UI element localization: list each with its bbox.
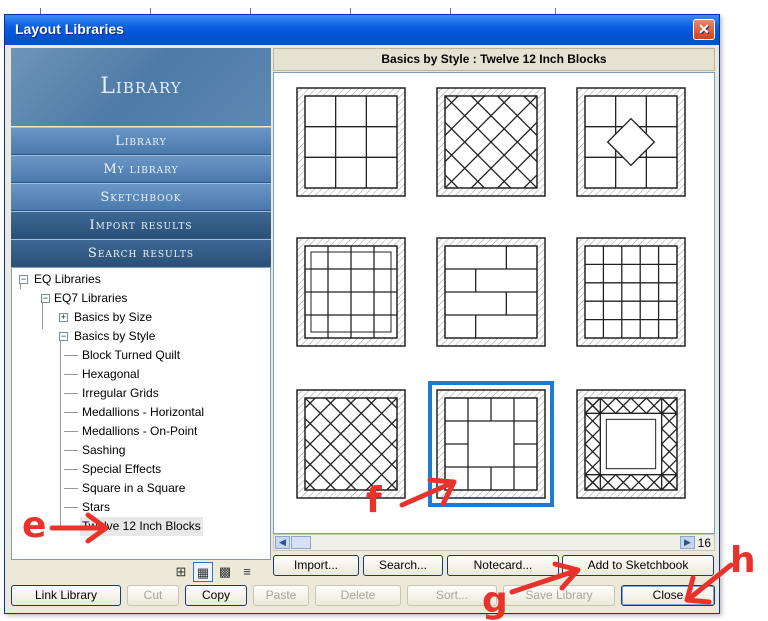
block-lattice2-icon — [296, 389, 406, 499]
tree-leaf[interactable]: Hexagonal — [16, 365, 270, 384]
delete-button[interactable]: Delete — [315, 585, 401, 606]
nav-my-library[interactable]: My library — [11, 155, 271, 183]
block-thumbnail-grid[interactable] — [273, 72, 715, 534]
block-framed-icon — [576, 389, 686, 499]
annotation-g: g — [482, 580, 508, 621]
list-icon[interactable]: ≡ — [237, 562, 257, 582]
block-thumbnail[interactable] — [576, 389, 686, 499]
add-to-sketchbook-button[interactable]: Add to Sketchbook — [562, 555, 714, 576]
tree-node-basics-by-style[interactable]: − Basics by Style — [16, 327, 270, 346]
block-thumbnail[interactable] — [428, 381, 554, 507]
annotation-f: f — [366, 480, 382, 521]
block-thumbnail[interactable] — [296, 87, 406, 197]
small-grid-icon[interactable]: ▩ — [215, 562, 235, 582]
nav-sketchbook[interactable]: Sketchbook — [11, 183, 271, 211]
block-thumbnail[interactable] — [576, 237, 686, 347]
notecard-button[interactable]: Notecard... — [447, 555, 559, 576]
library-section-title: Basics by Style : Twelve 12 Inch Blocks — [273, 48, 715, 71]
scroll-left-icon[interactable]: ◀ — [275, 536, 290, 549]
tree-node-eq7-libraries[interactable]: − EQ7 Libraries — [16, 289, 270, 308]
scroll-right-icon[interactable]: ▶ — [680, 536, 695, 549]
cut-button[interactable]: Cut — [127, 585, 179, 606]
tree-leaf[interactable]: Stars — [16, 498, 270, 517]
block-medallion-icon — [436, 389, 546, 499]
tree-node-eq-libraries[interactable]: − EQ Libraries — [16, 270, 270, 289]
import-button[interactable]: Import... — [273, 555, 359, 576]
view-size-toggles: ⊞ ▦ ▩ ≡ — [171, 562, 271, 582]
tree-leaf[interactable]: Square in a Square — [16, 479, 270, 498]
block-thumbnail[interactable] — [436, 237, 546, 347]
library-header: Library — [11, 48, 271, 126]
paste-button[interactable]: Paste — [253, 585, 309, 606]
layout-libraries-dialog: Layout Libraries ✕ Library Library My li… — [4, 14, 720, 614]
collapse-icon[interactable]: − — [41, 294, 50, 303]
link-library-button[interactable]: Link Library — [11, 585, 121, 606]
collapse-icon[interactable]: − — [59, 332, 68, 341]
library-header-label: Library — [100, 74, 182, 99]
block-thumbnail[interactable] — [436, 87, 546, 197]
collapse-icon[interactable]: − — [19, 275, 28, 284]
close-window-icon[interactable]: ✕ — [693, 19, 715, 40]
title-bar[interactable]: Layout Libraries ✕ — [5, 15, 719, 45]
tree-leaf[interactable]: Block Turned Quilt — [16, 346, 270, 365]
library-tree[interactable]: − EQ Libraries − EQ7 Libraries + Basics … — [11, 267, 271, 560]
copy-button[interactable]: Copy — [185, 585, 247, 606]
library-panel: Library Library My library Sketchbook Im… — [11, 48, 271, 560]
expand-icon[interactable]: + — [59, 313, 68, 322]
scroll-thumb[interactable] — [291, 536, 311, 549]
annotation-e: e — [22, 505, 47, 546]
block-bricks-icon — [436, 237, 546, 347]
tree-leaf[interactable]: Sashing — [16, 441, 270, 460]
background-ruler — [0, 0, 768, 14]
search-button[interactable]: Search... — [363, 555, 443, 576]
close-button[interactable]: Close — [621, 585, 715, 606]
medium-grid-icon[interactable]: ▦ — [193, 562, 213, 582]
window-title: Layout Libraries — [15, 21, 124, 37]
block-thumbnail[interactable] — [576, 87, 686, 197]
save-library-button[interactable]: Save Library — [503, 585, 615, 606]
large-grid-icon[interactable]: ⊞ — [171, 562, 191, 582]
tree-leaf[interactable]: Special Effects — [16, 460, 270, 479]
tree-leaf[interactable]: Medallions - On-Point — [16, 422, 270, 441]
nav-library[interactable]: Library — [11, 127, 271, 155]
nav-import-results[interactable]: Import results — [11, 211, 271, 239]
tree-leaf-selected[interactable]: Twelve 12 Inch Blocks — [16, 517, 270, 536]
block-grid3-icon — [296, 87, 406, 197]
nav-search-results[interactable]: Search results — [11, 239, 271, 267]
tree-leaf[interactable]: Irregular Grids — [16, 384, 270, 403]
page-number: 16 — [697, 536, 711, 550]
block-thumbnail[interactable] — [296, 389, 406, 499]
block-grid4-icon — [296, 237, 406, 347]
tree-node-basics-by-size[interactable]: + Basics by Size — [16, 308, 270, 327]
block-thumbnail[interactable] — [296, 237, 406, 347]
horizontal-scrollbar[interactable]: ◀ ▶ 16 — [273, 534, 715, 551]
block-ladder-icon — [576, 237, 686, 347]
block-diamond-icon — [576, 87, 686, 197]
tree-leaf[interactable]: Medallions - Horizontal — [16, 403, 270, 422]
block-lattice-icon — [436, 87, 546, 197]
annotation-h: h — [730, 540, 756, 581]
